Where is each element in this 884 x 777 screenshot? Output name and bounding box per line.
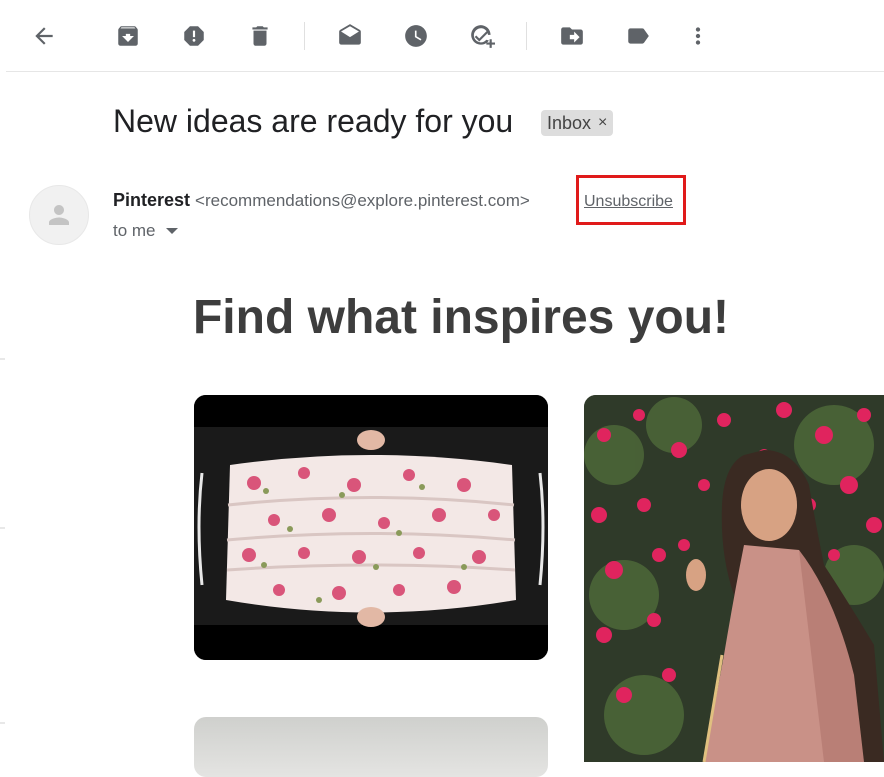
unsubscribe-link[interactable]: Unsubscribe (584, 193, 673, 211)
label-icon (628, 28, 649, 44)
more-options-button[interactable] (676, 14, 720, 58)
pin-image-face-mask[interactable] (194, 395, 548, 660)
archive-button[interactable] (106, 14, 150, 58)
arrow-back-icon (35, 27, 53, 45)
woman-with-flowers-image (584, 395, 884, 762)
snooze-button[interactable] (394, 14, 438, 58)
sender-email: <recommendations@explore.pinterest.com> (195, 191, 530, 210)
move-to-icon (561, 27, 583, 45)
mark-as-unread-button[interactable] (328, 14, 372, 58)
more-options-icon (695, 27, 701, 45)
email-toolbar (0, 0, 884, 72)
report-spam-icon (184, 26, 204, 46)
recipient-details-toggle[interactable]: to me (113, 221, 178, 241)
pin-image-woman-flowers[interactable] (584, 395, 884, 762)
inbox-label-chip: Inbox × (541, 110, 614, 136)
remove-label-icon[interactable]: × (598, 114, 607, 132)
sender-avatar (29, 185, 89, 245)
caret-down-icon (165, 228, 178, 234)
toolbar-divider (304, 22, 305, 50)
move-to-button[interactable] (550, 14, 594, 58)
edge-marker (0, 722, 5, 724)
add-to-tasks-icon (471, 25, 495, 48)
toolbar-divider-line (6, 71, 884, 72)
snooze-icon (405, 25, 427, 47)
delete-icon (252, 26, 268, 46)
back-button[interactable] (22, 14, 66, 58)
archive-icon (118, 26, 138, 46)
delete-button[interactable] (238, 14, 282, 58)
sender-line: Pinterest <recommendations@explore.pinte… (113, 190, 530, 211)
label-chip-text: Inbox (547, 112, 592, 133)
email-headline: Find what inspires you! (192, 291, 730, 344)
email-subject: New ideas are ready for you (113, 103, 514, 139)
edge-marker (0, 358, 5, 360)
mark-as-unread-icon (339, 24, 361, 45)
report-spam-button[interactable] (172, 14, 216, 58)
edge-marker (0, 527, 5, 529)
person-icon (49, 205, 69, 225)
recipient-label: to me (113, 221, 156, 240)
toolbar-divider (526, 22, 527, 50)
pin-image-partial[interactable] (194, 717, 548, 777)
floral-mask-image (194, 395, 548, 660)
add-to-tasks-button[interactable] (460, 14, 504, 58)
sender-name[interactable]: Pinterest (113, 190, 190, 210)
label-button[interactable] (616, 14, 660, 58)
